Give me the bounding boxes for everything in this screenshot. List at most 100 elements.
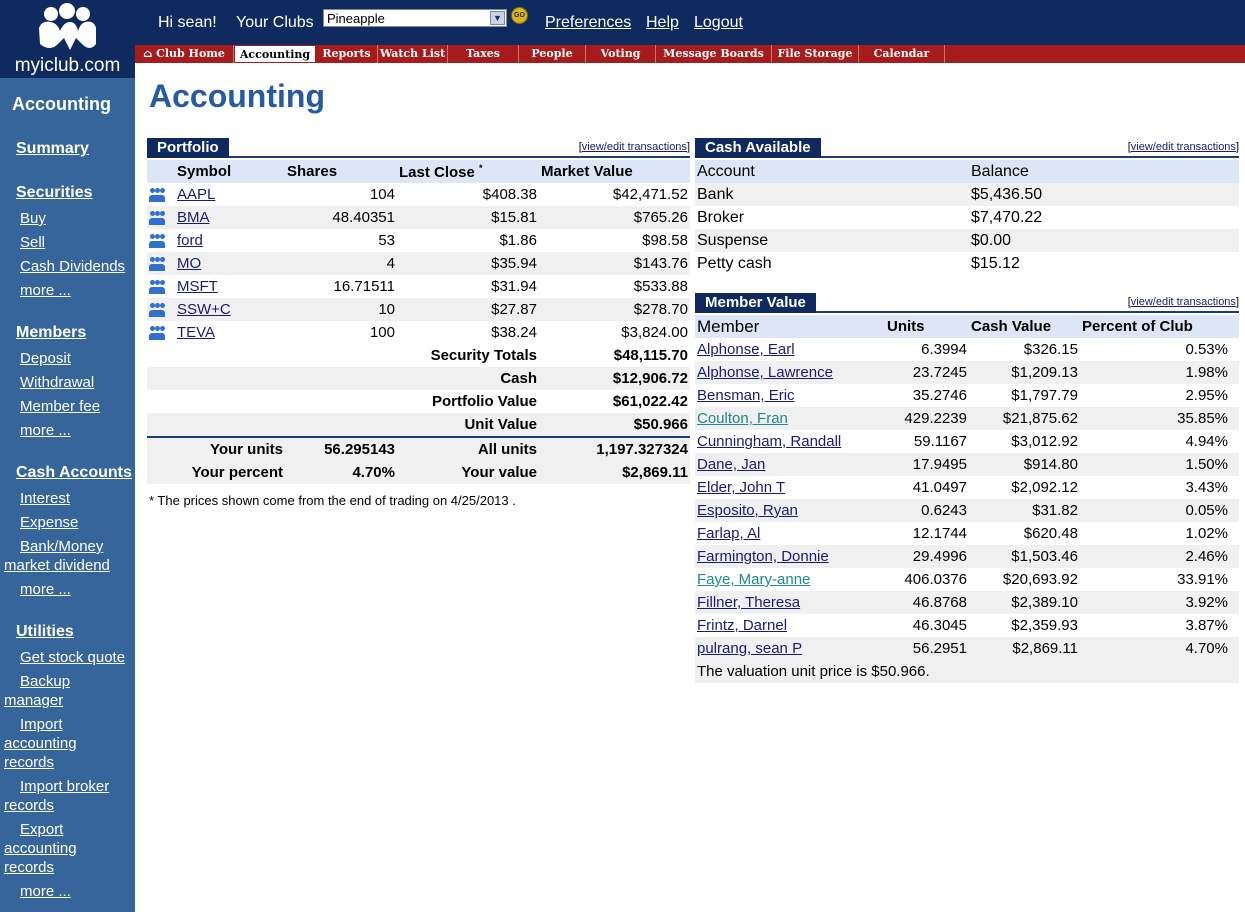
club-members-icon[interactable] [149, 257, 165, 272]
table-row: AAPL 104 $408.38 $42,471.52 [147, 183, 690, 206]
symbol-link[interactable]: BMA [177, 209, 210, 226]
table-row: Frintz, Darnel 46.3045 $2,359.93 3.87% [697, 617, 1228, 634]
tab-reports[interactable]: Reports [316, 45, 378, 63]
valuation-note-row: The valuation unit price is $50.966. [695, 660, 1239, 683]
table-row: TEVA 100 $38.24 $3,824.00 [147, 321, 690, 344]
member-link[interactable]: Coulton, Fran [697, 410, 788, 427]
preferences-link[interactable]: Preferences [545, 14, 631, 32]
member-link[interactable]: Frintz, Darnel [697, 617, 787, 634]
your-percent-row: Your percent 4.70% Your value $2,869.11 [147, 461, 690, 484]
sidebar-item-import-broker[interactable]: Import broker records [4, 777, 122, 815]
member-link[interactable]: Esposito, Ryan [697, 502, 798, 519]
sidebar-item-securities-more[interactable]: more ... [20, 281, 71, 300]
sidebar-item-utilities-more[interactable]: more ... [20, 882, 71, 901]
member-link[interactable]: Elder, John T [697, 479, 785, 496]
member-link[interactable]: Farmington, Donnie [697, 548, 829, 565]
symbol-link[interactable]: MO [177, 255, 201, 272]
sidebar-item-expense[interactable]: Expense [20, 513, 78, 532]
tab-taxes[interactable]: Taxes [448, 45, 519, 63]
sidebar-item-withdrawal[interactable]: Withdrawal [20, 373, 94, 392]
member-link[interactable]: Cunningham, Randall [697, 433, 841, 450]
sidebar-item-sell[interactable]: Sell [20, 233, 45, 252]
member-header-row: Member Units Cash Value Percent of Club [695, 315, 1239, 338]
sidebar-securities-heading[interactable]: Securities [16, 184, 92, 202]
sidebar-item-import-accounting[interactable]: Import accounting records [4, 715, 94, 772]
help-link[interactable]: Help [646, 14, 679, 32]
table-row: Farlap, Al 12.1744 $620.48 1.02% [697, 525, 1228, 542]
club-members-icon[interactable] [149, 303, 165, 318]
cash-edit-link[interactable]: [view/edit transactions] [1128, 141, 1239, 153]
tab-message-boards[interactable]: Message Boards [656, 45, 772, 63]
member-value-header: Member Value [view/edit transactions] [695, 293, 1239, 313]
tab-row: ⌂ Club Home Accounting Reports Watch Lis… [135, 45, 1245, 63]
member-link[interactable]: Faye, Mary-anne [697, 571, 810, 588]
member-link[interactable]: pulrang, sean P [697, 640, 802, 657]
chevron-down-icon[interactable]: ▼ [490, 11, 505, 25]
sidebar-members-heading[interactable]: Members [16, 324, 86, 342]
logo[interactable]: myiclub.com [0, 0, 135, 78]
sidebar-item-cash-more[interactable]: more ... [20, 580, 71, 599]
home-icon: ⌂ [143, 47, 157, 60]
table-row: Dane, Jan 17.9495 $914.80 1.50% [695, 453, 1239, 476]
tab-voting[interactable]: Voting [586, 45, 656, 63]
table-row: ford 53 $1.86 $98.58 [147, 229, 690, 252]
cash-table: Account Balance Bank $5,436.50 Broker $7,4… [695, 160, 1239, 275]
member-edit-link[interactable]: [view/edit transactions] [1128, 296, 1239, 308]
go-button[interactable]: GO [511, 7, 528, 24]
symbol-link[interactable]: MSFT [177, 278, 218, 295]
symbol-link[interactable]: TEVA [177, 324, 215, 341]
symbol-link[interactable]: ford [177, 232, 203, 249]
sidebar-item-member-fee[interactable]: Member fee [20, 397, 100, 416]
tab-watch-list[interactable]: Watch List [378, 45, 448, 63]
logout-link[interactable]: Logout [694, 14, 743, 32]
club-select[interactable]: Pineapple ▼ [323, 9, 507, 27]
portfolio-header: Portfolio [view/edit transactions] [147, 138, 690, 158]
club-members-icon[interactable] [149, 188, 165, 203]
member-link[interactable]: Alphonse, Earl [697, 341, 795, 358]
totals-row: Portfolio Value $61,022.42 [431, 393, 688, 410]
symbol-link[interactable]: SSW+C [177, 301, 231, 318]
portfolio-edit-link[interactable]: [view/edit transactions] [579, 141, 690, 153]
symbol-link[interactable]: AAPL [177, 186, 215, 203]
member-link[interactable]: Farlap, Al [697, 525, 760, 542]
people-logo-icon [39, 3, 96, 50]
club-members-icon[interactable] [149, 326, 165, 341]
tab-people[interactable]: People [519, 45, 586, 63]
sidebar-item-export-accounting[interactable]: Export accounting records [4, 820, 94, 877]
sidebar-item-interest[interactable]: Interest [20, 489, 70, 508]
col-cash-value: Cash Value [971, 318, 1052, 335]
sidebar-item-backup-manager[interactable]: Backup manager [4, 672, 104, 710]
member-link[interactable]: Bensman, Eric [697, 387, 795, 404]
sidebar-item-cash-dividends[interactable]: Cash Dividends [20, 257, 125, 276]
table-row: MSFT 16.71511 $31.94 $533.88 [147, 275, 690, 298]
tab-accounting[interactable]: Accounting [234, 45, 316, 63]
tab-file-storage[interactable]: File Storage [772, 45, 859, 63]
page-title: Accounting [149, 78, 325, 114]
member-link[interactable]: Dane, Jan [697, 456, 765, 473]
col-units: Units [887, 318, 925, 335]
sidebar: Accounting Summary Securities Buy Sell C… [0, 78, 135, 912]
sidebar-item-bank-money-market[interactable]: Bank/Money market dividend [4, 537, 132, 575]
table-row: Alphonse, Earl 6.3994 $326.15 0.53% [697, 341, 1228, 358]
sidebar-utilities-heading[interactable]: Utilities [16, 623, 74, 641]
tab-club-home[interactable]: ⌂ Club Home [135, 45, 234, 63]
sidebar-title: Accounting [12, 94, 111, 114]
member-link[interactable]: Fillner, Theresa [697, 594, 800, 611]
col-percent-of-club: Percent of Club [1082, 318, 1193, 335]
sidebar-item-members-more[interactable]: more ... [20, 421, 71, 440]
club-members-icon[interactable] [149, 211, 165, 226]
portfolio-title: Portfolio [147, 138, 229, 158]
club-members-icon[interactable] [149, 234, 165, 249]
portfolio-header-row: Symbol Shares Last Close * Market Value [147, 160, 690, 183]
col-symbol: Symbol [177, 163, 232, 180]
valuation-note: The valuation unit price is $50.966. [697, 663, 930, 680]
sidebar-item-deposit[interactable]: Deposit [20, 349, 71, 368]
sidebar-summary-link[interactable]: Summary [16, 140, 89, 158]
club-members-icon[interactable] [149, 280, 165, 295]
sidebar-cash-accounts-heading[interactable]: Cash Accounts [16, 464, 132, 482]
sidebar-item-buy[interactable]: Buy [20, 209, 46, 228]
member-link[interactable]: Alphonse, Lawrence [697, 364, 833, 381]
logo-text: myiclub.com [14, 55, 121, 76]
tab-calendar[interactable]: Calendar [859, 45, 945, 63]
sidebar-item-get-stock-quote[interactable]: Get stock quote [20, 648, 125, 667]
